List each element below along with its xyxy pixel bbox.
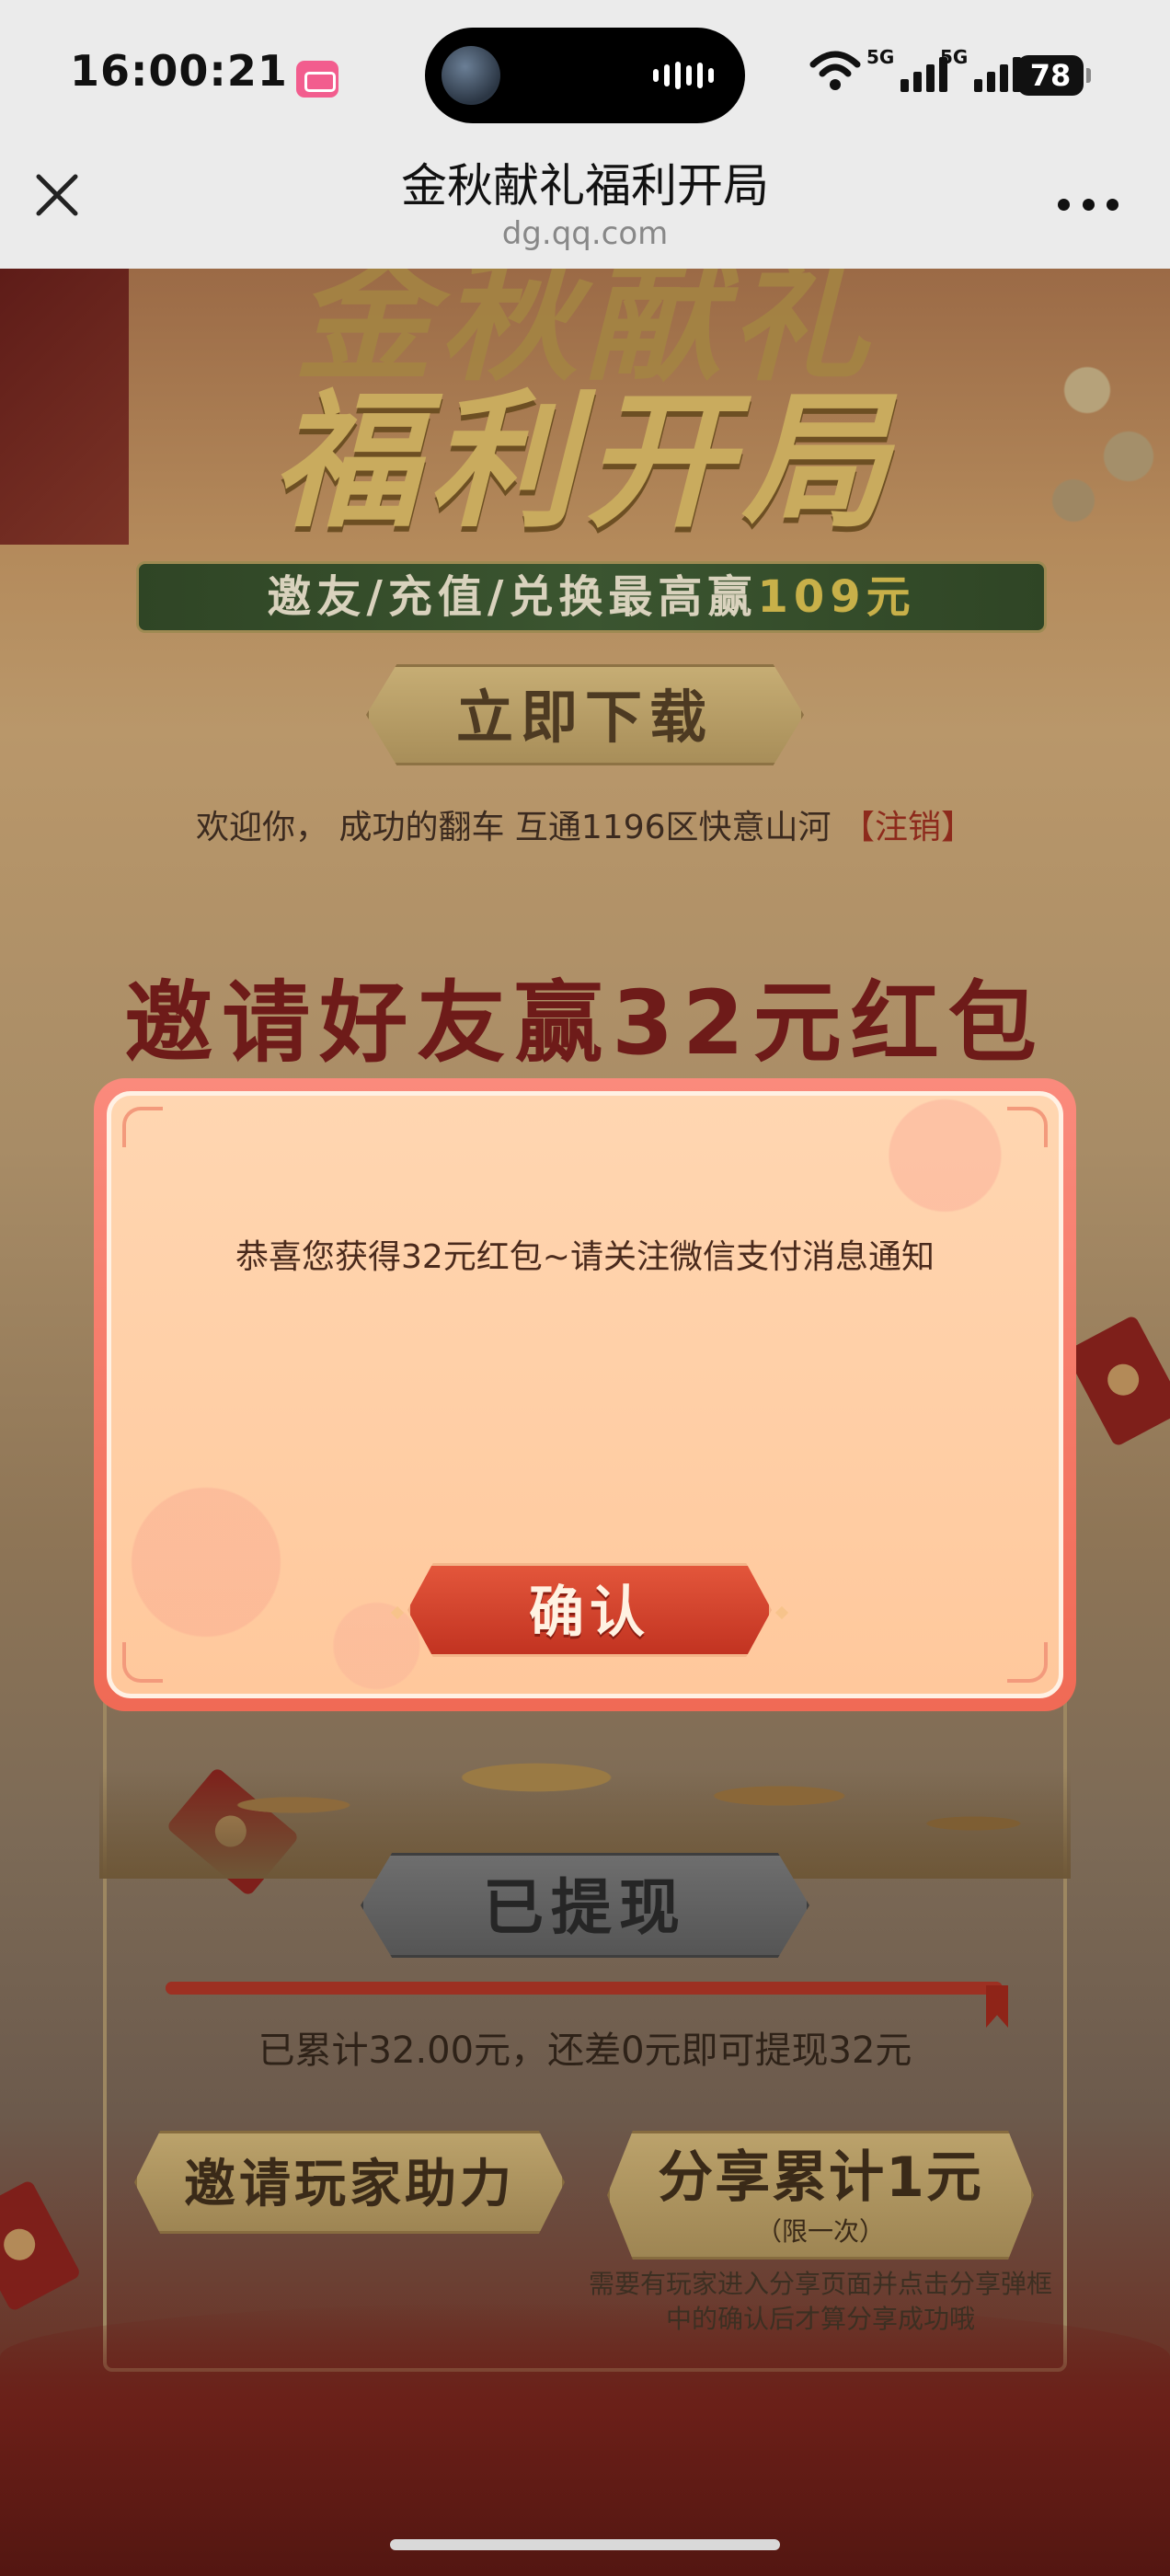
accumulated-text: 已累计32.00元，还差0元即可提现32元 [258, 2030, 912, 2072]
network-type-1: 5G [866, 46, 895, 68]
hero-banner-highlight: 109元 [757, 571, 916, 623]
invite-help-button[interactable]: 邀请玩家助力 [134, 2131, 565, 2234]
welcome-text: 欢迎你， 成功的翻车 互通1196区快意山河 [196, 809, 832, 846]
coin-pile-illustration [99, 1695, 1071, 1879]
hero-banner: 邀友/充值/兑换最高赢109元 [136, 561, 1047, 633]
withdraw-progress-fill [166, 1982, 1003, 1995]
share-hint: 需要有玩家进入分享页面并点击分享弹框中的确认后才算分享成功哦 [588, 2269, 1052, 2334]
battery-icon: 78 [1017, 55, 1091, 96]
cellular-signal-icon-2: 5G [940, 46, 1022, 92]
dynamic-island[interactable] [425, 28, 745, 123]
confirm-ornament [390, 1605, 405, 1620]
reward-dialog-body: 恭喜您获得32元红包~请关注微信支付消息通知 确认 [107, 1091, 1063, 1698]
download-button[interactable]: 立即下载 [366, 664, 804, 765]
corner-ornament [1007, 1107, 1048, 1147]
page-title: 金秋献礼福利开局 [401, 159, 769, 213]
logout-link[interactable]: 【注销】 [842, 809, 974, 846]
status-bar: 16:00:21 5G 5G 78 [0, 0, 1170, 138]
red-envelope-decoration [1064, 1314, 1170, 1448]
page-url: dg.qq.com [501, 215, 669, 252]
media-thumbnail [442, 46, 500, 105]
reward-dialog: 恭喜您获得32元红包~请关注微信支付消息通知 确认 [94, 1078, 1076, 1711]
browser-nav-bar: 金秋献礼福利开局 dg.qq.com [0, 138, 1170, 269]
status-time: 16:00:21 [70, 46, 288, 96]
cellular-signal-icon-1: 5G [866, 46, 948, 92]
hero-banner-text: 邀友/充值/兑换最高赢 [267, 571, 758, 623]
bilibili-app-icon [296, 61, 338, 98]
audio-wave-icon [653, 61, 714, 90]
dialog-message: 恭喜您获得32元红包~请关注微信支付消息通知 [235, 1238, 935, 1276]
more-options-icon[interactable] [1058, 195, 1118, 213]
invite-title: 邀请好友赢32元红包 [124, 972, 1046, 1075]
home-indicator[interactable] [390, 2539, 780, 2550]
corner-ornament [1007, 1642, 1048, 1683]
corner-ornament [122, 1642, 163, 1683]
share-button-label: 分享累计1元 [658, 2145, 983, 2210]
confirm-button[interactable]: 确认 [407, 1563, 772, 1657]
hero-title-line2: 福利开局 [271, 375, 898, 547]
welcome-line: 欢迎你， 成功的翻车 互通1196区快意山河 【注销】 [0, 800, 1170, 848]
confirm-ornament [774, 1605, 789, 1620]
red-envelope-decoration [0, 2179, 82, 2313]
share-button-sublabel: （限一次） [755, 2216, 885, 2247]
share-button[interactable]: 分享累计1元 （限一次） [607, 2131, 1034, 2260]
bottom-decoration [0, 2302, 1170, 2576]
network-type-2: 5G [940, 46, 969, 68]
withdraw-progress-bar [166, 1982, 1003, 1995]
withdrawn-button[interactable]: 已提现 [361, 1853, 809, 1958]
corner-ornament [122, 1107, 163, 1147]
wifi-icon [809, 51, 861, 90]
